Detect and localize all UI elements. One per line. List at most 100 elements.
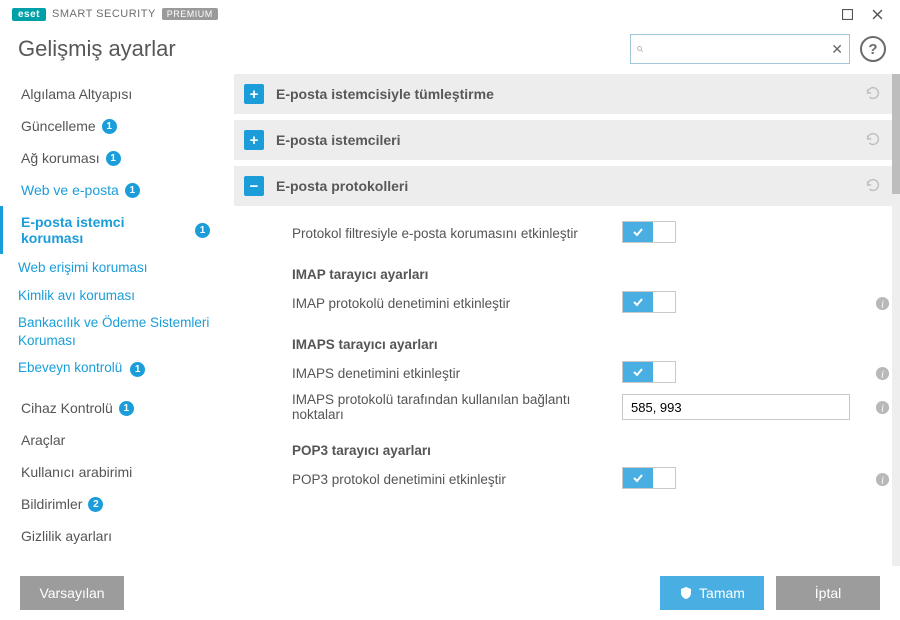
pop3-heading: POP3 tarayıcı ayarları (292, 425, 892, 464)
sidebar-item-privacy[interactable]: Gizlilik ayarları (0, 520, 224, 552)
check-icon (632, 472, 644, 484)
sidebar-sub-parental[interactable]: Ebeveyn kontrolü 1 (0, 354, 224, 382)
shield-icon (679, 586, 693, 600)
imaps-heading: IMAPS tarayıcı ayarları (292, 319, 892, 358)
sidebar-item-label: Ağ koruması (21, 150, 100, 166)
sidebar-item-label: Araçlar (21, 432, 65, 448)
brand: eset SMART SECURITY PREMIUM (12, 8, 218, 21)
sidebar-item-label: Kullanıcı arabirimi (21, 464, 132, 480)
badge-icon: 2 (88, 497, 103, 512)
badge-icon: 1 (102, 119, 117, 134)
expand-icon[interactable]: + (244, 84, 264, 104)
pop3-enable-toggle[interactable] (622, 467, 676, 489)
info-icon: i (875, 366, 890, 381)
content-panel: + E-posta istemcisiyle tümleştirme + E-p… (224, 74, 900, 566)
header: Gelişmiş ayarlar ✕ ? (0, 28, 900, 74)
brand-product: SMART SECURITY (52, 8, 156, 20)
sidebar-item-label: Web ve e-posta (21, 182, 119, 198)
ok-button[interactable]: Tamam (660, 576, 764, 610)
section-title: E-posta istemcileri (276, 132, 401, 148)
window-close-button[interactable] (862, 3, 892, 25)
info-icon: i (875, 472, 890, 487)
expand-icon[interactable]: + (244, 130, 264, 150)
imap-enable-toggle[interactable] (622, 291, 676, 313)
sidebar-item-device-control[interactable]: Cihaz Kontrolü 1 (0, 392, 224, 424)
imaps-enable-toggle[interactable] (622, 361, 676, 383)
collapse-icon[interactable]: − (244, 176, 264, 196)
check-icon (632, 226, 644, 238)
sidebar-item-label: E-posta istemci koruması (21, 214, 189, 246)
search-input[interactable] (643, 42, 831, 57)
check-icon (632, 366, 644, 378)
imaps-ports-input[interactable] (622, 394, 850, 420)
undo-icon (864, 84, 882, 102)
svg-text:i: i (881, 475, 884, 486)
sidebar-item-label: Güncelleme (21, 118, 96, 134)
info-button[interactable]: i (872, 400, 892, 415)
sidebar-item-tools[interactable]: Araçlar (0, 424, 224, 456)
sidebar-sub-phishing[interactable]: Kimlik avı koruması (0, 282, 224, 310)
sidebar-item-update[interactable]: Güncelleme 1 (0, 110, 224, 142)
enable-protocol-filter-label: Protokol filtresiyle e-posta korumasını … (292, 226, 622, 241)
imaps-ports-label: IMAPS protokolü tarafından kullanılan ba… (292, 392, 622, 422)
info-icon: i (875, 296, 890, 311)
imaps-enable-label: IMAPS denetimini etkinleştir (292, 366, 622, 381)
imap-enable-label: IMAP protokolü denetimini etkinleştir (292, 296, 622, 311)
undo-icon (864, 130, 882, 148)
sidebar-item-label: Algılama Altyapısı (21, 86, 132, 102)
section-email-integration[interactable]: + E-posta istemcisiyle tümleştirme (234, 74, 892, 114)
sidebar-item-ui[interactable]: Kullanıcı arabirimi (0, 456, 224, 488)
badge-icon: 1 (195, 223, 210, 238)
sidebar-sub-label: Ebeveyn kontrolü (18, 360, 122, 375)
pop3-enable-label: POP3 protokol denetimini etkinleştir (292, 472, 622, 487)
sidebar-sub-banking[interactable]: Bankacılık ve Ödeme Sistemleri Koruması (0, 309, 224, 354)
default-button[interactable]: Varsayılan (20, 576, 124, 610)
svg-text:i: i (881, 403, 884, 414)
search-box[interactable]: ✕ (630, 34, 850, 64)
undo-button[interactable] (864, 130, 882, 151)
sidebar-item-label: Bildirimler (21, 496, 82, 512)
page-title: Gelişmiş ayarlar (18, 36, 620, 62)
undo-icon (864, 176, 882, 194)
enable-protocol-filter-toggle[interactable] (622, 221, 676, 243)
sidebar: Algılama Altyapısı Güncelleme 1 Ağ korum… (0, 74, 224, 566)
section-email-clients[interactable]: + E-posta istemcileri (234, 120, 892, 160)
sidebar-sub-web-access[interactable]: Web erişimi koruması (0, 254, 224, 282)
info-button[interactable]: i (872, 472, 892, 487)
badge-icon: 1 (119, 401, 134, 416)
section-title: E-posta protokolleri (276, 178, 408, 194)
check-icon (632, 296, 644, 308)
info-button[interactable]: i (872, 296, 892, 311)
cancel-button[interactable]: İptal (776, 576, 880, 610)
sidebar-item-label: Cihaz Kontrolü (21, 400, 113, 416)
sidebar-item-email-client-protection[interactable]: E-posta istemci koruması 1 (0, 206, 224, 254)
footer: Varsayılan Tamam İptal (0, 566, 900, 620)
help-button[interactable]: ? (860, 36, 886, 62)
info-icon: i (875, 400, 890, 415)
svg-text:i: i (881, 369, 884, 380)
section-email-protocols[interactable]: − E-posta protokolleri (234, 166, 892, 206)
info-button[interactable]: i (872, 366, 892, 381)
maximize-icon (842, 9, 853, 20)
sidebar-item-web-email[interactable]: Web ve e-posta 1 (0, 174, 224, 206)
section-title: E-posta istemcisiyle tümleştirme (276, 86, 494, 102)
sidebar-item-detection-engine[interactable]: Algılama Altyapısı (0, 78, 224, 110)
sidebar-item-label: Gizlilik ayarları (21, 528, 112, 544)
titlebar: eset SMART SECURITY PREMIUM (0, 0, 900, 28)
search-clear-button[interactable]: ✕ (831, 41, 843, 58)
brand-edition: PREMIUM (162, 8, 218, 20)
imap-heading: IMAP tarayıcı ayarları (292, 249, 892, 288)
sidebar-item-notifications[interactable]: Bildirimler 2 (0, 488, 224, 520)
brand-eset-badge: eset (12, 8, 46, 21)
sidebar-item-network[interactable]: Ağ koruması 1 (0, 142, 224, 174)
scrollbar-track[interactable] (892, 74, 900, 566)
ok-label: Tamam (699, 585, 745, 601)
protocols-panel: Protokol filtresiyle e-posta korumasını … (234, 212, 892, 509)
window-maximize-button[interactable] (832, 3, 862, 25)
undo-button[interactable] (864, 176, 882, 197)
undo-button[interactable] (864, 84, 882, 105)
scrollbar-thumb[interactable] (892, 74, 900, 194)
badge-icon: 1 (106, 151, 121, 166)
badge-icon: 1 (125, 183, 140, 198)
close-icon (872, 9, 883, 20)
